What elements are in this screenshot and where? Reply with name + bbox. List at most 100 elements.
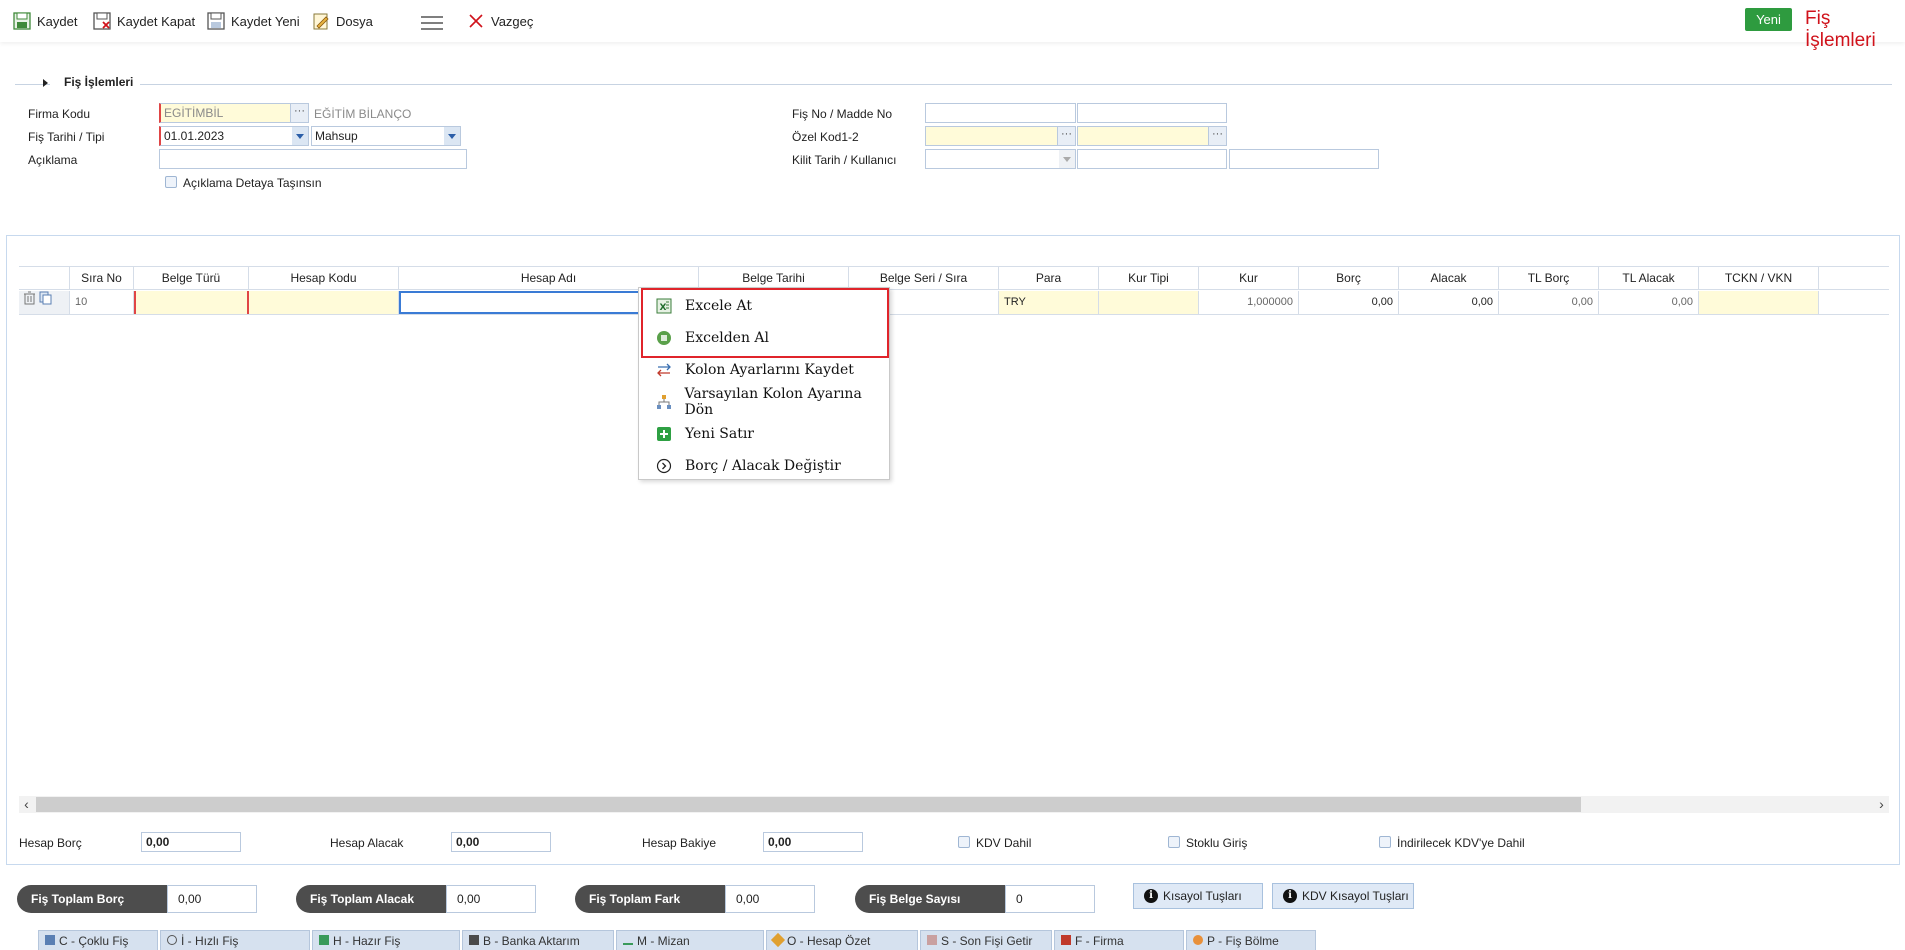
tab-hazir-fis[interactable]: H - Hazır Fiş <box>312 930 460 950</box>
scroll-left-icon[interactable]: ‹ <box>19 796 34 813</box>
col-hesap-adi[interactable]: Hesap Adı <box>399 267 699 289</box>
kdv-shortcuts-button[interactable]: i KDV Kısayol Tuşları <box>1272 883 1414 909</box>
company-name: EĞİTİM BİLANÇO <box>314 107 412 121</box>
toplam-alacak-field: 0,00 <box>446 885 536 913</box>
save-new-button[interactable]: Kaydet Yeni <box>206 9 300 33</box>
lock-date-dropdown-icon[interactable] <box>1059 150 1075 168</box>
cell-borc[interactable]: 0,00 <box>1299 291 1399 314</box>
special-code1-field[interactable]: ··· <box>925 126 1076 146</box>
collapse-arrow-icon[interactable] <box>43 79 48 87</box>
col-belge-turu[interactable]: Belge Türü <box>134 267 249 289</box>
toplam-fark-label: Fiş Toplam Fark <box>575 885 725 913</box>
kdv-dahil-checkbox[interactable] <box>958 836 970 848</box>
special-code2-lookup-button[interactable]: ··· <box>1208 127 1226 145</box>
col-belge-seri[interactable]: Belge Seri / Sıra <box>849 267 999 289</box>
tab-label: B - Banka Aktarım <box>483 934 580 948</box>
tab-son-fisi-getir[interactable]: S - Son Fişi Getir <box>920 930 1052 950</box>
company-icon <box>1061 935 1071 945</box>
grid-header: Sıra No Belge Türü Hesap Kodu Hesap Adı … <box>19 266 1889 290</box>
balance-icon <box>623 935 633 945</box>
horizontal-scrollbar[interactable]: ‹ › <box>19 796 1889 813</box>
copy-icon[interactable] <box>39 291 52 314</box>
cell-tckn-vkn[interactable] <box>1699 291 1819 314</box>
menu-item-new-row[interactable]: Yeni Satır <box>639 419 889 449</box>
col-tl-borc[interactable]: TL Borç <box>1499 267 1599 289</box>
tab-coklu-fis[interactable]: C - Çoklu Fiş <box>38 930 158 950</box>
description-field[interactable] <box>159 149 467 169</box>
cell-tl-borc[interactable]: 0,00 <box>1499 291 1599 314</box>
col-alacak[interactable]: Alacak <box>1399 267 1499 289</box>
menu-button[interactable] <box>420 11 444 35</box>
bottom-tab-bar: C - Çoklu Fiş İ - Hızlı Fiş H - Hazır Fi… <box>0 929 1905 950</box>
hesap-alacak-label: Hesap Alacak <box>330 836 404 850</box>
chevron-circle-icon <box>655 457 673 475</box>
company-code-value: EGİTİMBİL <box>164 106 224 120</box>
save-close-button[interactable]: Kaydet Kapat <box>92 9 195 33</box>
col-kur[interactable]: Kur <box>1199 267 1299 289</box>
tab-label: P - Fiş Bölme <box>1207 934 1279 948</box>
page-title: Fiş İşlemleri <box>1805 8 1876 51</box>
col-tckn-vkn[interactable]: TCKN / VKN <box>1699 267 1819 289</box>
toplam-borc-field: 0,00 <box>167 885 257 913</box>
hesap-bakiye-label: Hesap Bakiye <box>642 836 717 850</box>
company-code-field[interactable]: EGİTİMBİL ··· <box>159 103 309 123</box>
cell-alacak[interactable]: 0,00 <box>1399 291 1499 314</box>
menu-item-default-columns[interactable]: Varsayılan Kolon Ayarına Dön <box>639 386 889 418</box>
save-button[interactable]: Kaydet <box>12 9 77 33</box>
date-field[interactable]: 01.01.2023 <box>159 126 309 146</box>
cell-kur-tipi[interactable] <box>1099 291 1199 314</box>
type-select[interactable]: Mahsup <box>311 126 461 146</box>
stoklu-giris-checkbox[interactable] <box>1168 836 1180 848</box>
indirilecek-kdv-checkbox[interactable] <box>1379 836 1391 848</box>
tab-hizli-fis[interactable]: İ - Hızlı Fiş <box>160 930 310 950</box>
slip-no-field[interactable] <box>925 103 1076 123</box>
scrollbar-thumb[interactable] <box>36 797 1581 812</box>
special-code2-field[interactable]: ··· <box>1077 126 1227 146</box>
new-badge-button[interactable]: Yeni <box>1745 8 1792 31</box>
file-button[interactable]: Dosya <box>311 9 373 33</box>
description-label: Açıklama <box>28 153 78 167</box>
cell-kur[interactable]: 1,000000 <box>1199 291 1299 314</box>
menu-item-swap-debit-credit[interactable]: Borç / Alacak Değiştir <box>639 451 889 481</box>
col-tl-alacak[interactable]: TL Alacak <box>1599 267 1699 289</box>
tab-hesap-ozet[interactable]: O - Hesap Özet <box>766 930 918 950</box>
col-belge-tarihi[interactable]: Belge Tarihi <box>699 267 849 289</box>
trash-icon[interactable] <box>23 291 36 314</box>
special-code1-lookup-button[interactable]: ··· <box>1057 127 1075 145</box>
tab-banka-aktarim[interactable]: B - Banka Aktarım <box>462 930 614 950</box>
company-lookup-button[interactable]: ··· <box>290 104 308 122</box>
lock-user2-field[interactable] <box>1229 149 1379 169</box>
cell-para[interactable]: TRY <box>999 291 1099 314</box>
col-kur-tipi[interactable]: Kur Tipi <box>1099 267 1199 289</box>
cancel-label: Vazgeç <box>491 13 534 29</box>
save-close-label: Kaydet Kapat <box>117 13 196 29</box>
col-hesap-kodu[interactable]: Hesap Kodu <box>249 267 399 289</box>
cell-hesap-kodu[interactable] <box>249 291 399 314</box>
lock-user-field[interactable] <box>1077 149 1227 169</box>
pencil-icon <box>770 932 786 948</box>
item-no-field[interactable] <box>1077 103 1227 123</box>
tab-fis-bolme[interactable]: P - Fiş Bölme <box>1186 930 1316 950</box>
date-dropdown-icon[interactable] <box>292 127 308 145</box>
carry-description-checkbox[interactable] <box>165 176 177 188</box>
tab-firma[interactable]: F - Firma <box>1054 930 1184 950</box>
col-para[interactable]: Para <box>999 267 1099 289</box>
belge-sayisi-field: 0 <box>1005 885 1095 913</box>
scroll-right-icon[interactable]: › <box>1874 796 1889 813</box>
hesap-bakiye-field: 0,00 <box>763 832 863 852</box>
table-row[interactable]: 10 TRY 1,000000 0,00 0,00 0,00 0,00 <box>19 291 1889 315</box>
col-borc[interactable]: Borç <box>1299 267 1399 289</box>
cell-sira-no[interactable]: 10 <box>70 291 134 314</box>
cell-belge-turu[interactable] <box>134 291 249 314</box>
menu-item-save-columns[interactable]: Kolon Ayarlarını Kaydet <box>639 355 889 385</box>
cell-tl-alacak[interactable]: 0,00 <box>1599 291 1699 314</box>
floppy-close-icon <box>92 11 112 31</box>
tab-mizan[interactable]: M - Mizan <box>616 930 764 950</box>
col-sira-no[interactable]: Sıra No <box>70 267 134 289</box>
shortcuts-button[interactable]: i Kısayol Tuşları <box>1133 883 1263 909</box>
toolbar: Kaydet Kaydet Kapat Kaydet Yeni Dosya Va… <box>0 0 1905 51</box>
lock-date-field[interactable] <box>925 149 1076 169</box>
type-dropdown-icon[interactable] <box>444 127 460 145</box>
swap-arrows-icon <box>655 361 673 379</box>
cancel-button[interactable]: Vazgeç <box>466 9 533 33</box>
